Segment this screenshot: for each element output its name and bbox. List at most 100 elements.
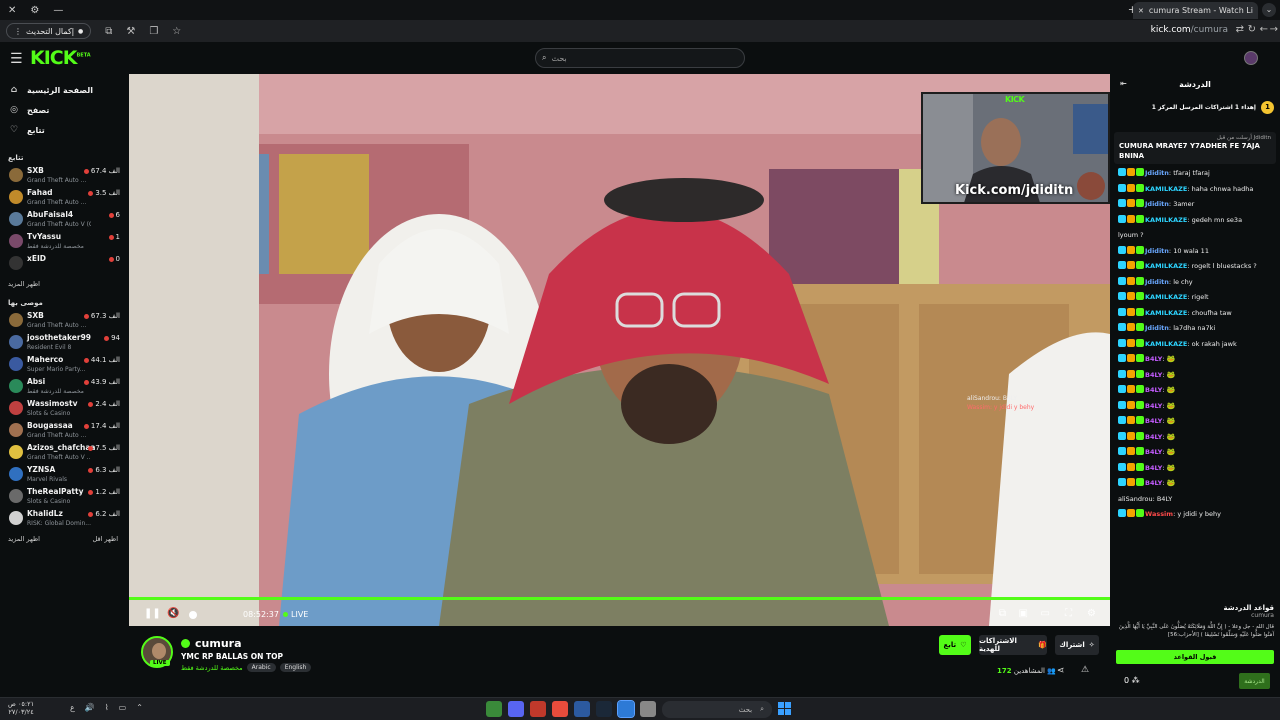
menu-icon[interactable]: ☰ (10, 51, 23, 67)
chat-message[interactable]: B4LY: 🐸 (1118, 352, 1272, 368)
app-icon[interactable] (552, 701, 568, 717)
chat-username[interactable]: Wassim (1145, 510, 1173, 518)
avatar[interactable] (1244, 51, 1258, 65)
tag-arabic[interactable]: Arabic (246, 663, 276, 672)
tray-chevron-icon[interactable]: ⌃ (136, 703, 143, 712)
windows-start-icon[interactable] (778, 702, 791, 715)
chat-username[interactable]: B4LY (1145, 371, 1162, 379)
follow-button[interactable]: تابع ♡ (939, 635, 971, 655)
reload-icon[interactable]: ↻ (1248, 24, 1256, 35)
chat-message[interactable]: KAMILKAZE: choufha taw (1118, 306, 1272, 322)
sidebar-channel[interactable]: TvYassu مخصصة للدردشة فقط 1 (0, 231, 128, 253)
chat-send-button[interactable]: الدردشة (1239, 673, 1270, 689)
close-window-icon[interactable]: ✕ (8, 5, 16, 16)
chat-username[interactable]: B4LY (1145, 464, 1162, 472)
chat-username[interactable]: KAMILKAZE (1145, 340, 1187, 348)
chat-message[interactable]: B4LY: 🐸 (1118, 430, 1272, 446)
browser-tab[interactable]: ✕ cumura Stream - Watch Li (1133, 2, 1258, 19)
chat-message[interactable]: KAMILKAZE: gedeh mn se3a (1118, 213, 1272, 229)
chat-username[interactable]: Jdiditn (1145, 324, 1169, 332)
back-icon[interactable]: ← (1260, 24, 1268, 35)
chat-message[interactable]: B4LY: 🐸 (1118, 445, 1272, 461)
sidebar-channel[interactable]: YZNSA Marvel Rivals 6.3 الف (0, 464, 128, 486)
app-icon[interactable] (530, 701, 546, 717)
chat-message[interactable]: B4LY: 🐸 (1118, 414, 1272, 430)
sidebar-channel[interactable]: Maherco Super Mario Party... 44.1 الف (0, 354, 128, 376)
sidebar-channel[interactable]: Azizos_chafchaa Grand Theft Auto V ... 7.5… (0, 442, 128, 464)
subscribe-button[interactable]: اشتراك ✧ (1055, 635, 1099, 655)
chat-username[interactable]: Jdiditn (1145, 169, 1169, 177)
chat-message[interactable]: KAMILKAZE: haha chnwa hadha (1118, 182, 1272, 198)
pause-icon[interactable]: ❚❚ (144, 608, 161, 619)
chat-username[interactable]: KAMILKAZE (1145, 309, 1187, 317)
chat-message[interactable]: B4LY: 🐸 (1118, 476, 1272, 492)
chat-points[interactable]: 0 ⁂ (1124, 676, 1140, 685)
streamer-name[interactable]: cumura (195, 637, 242, 650)
sidebar-nav-item[interactable]: ⌂ الصفحة الرئيسية (0, 80, 128, 100)
search-input[interactable] (551, 53, 732, 63)
chat-message[interactable]: Wassim: y jdidi y behy (1118, 507, 1272, 523)
chat-message[interactable]: KAMILKAZE: rigelt (1118, 290, 1272, 306)
extensions-icon[interactable]: ⧉ (105, 26, 112, 37)
search-box[interactable]: ⌕ (535, 48, 745, 68)
app-icon[interactable] (574, 701, 590, 717)
chat-message[interactable]: Jdiditn: 10 wala 11 (1118, 244, 1272, 260)
close-tab-icon[interactable]: ✕ (1138, 7, 1144, 15)
progress-bar[interactable] (129, 597, 1110, 600)
tab-list-icon[interactable]: ⌄ (1262, 3, 1276, 17)
mute-icon[interactable]: 🔇 (167, 608, 179, 619)
tools-icon[interactable]: ⚒ (126, 26, 135, 37)
chat-username[interactable]: Jdiditn (1145, 278, 1169, 286)
chat-username[interactable]: Jdiditn (1145, 200, 1169, 208)
language-indicator[interactable]: ع (70, 703, 75, 712)
sidebar-channel[interactable]: Absi مخصصة للدردشة فقط 43.9 الف (0, 376, 128, 398)
browser-icon[interactable] (617, 700, 635, 718)
chat-message[interactable]: B4LY: 🐸 (1118, 399, 1272, 415)
fullscreen-icon[interactable]: ⛶ (1065, 608, 1072, 619)
minimize-icon[interactable]: — (53, 5, 63, 16)
clip-icon[interactable]: ▣ (1019, 608, 1028, 619)
chat-message[interactable]: B4LY: 🐸 (1118, 461, 1272, 477)
picture-in-picture-icon[interactable]: ⧉ (999, 608, 1006, 619)
chat-message[interactable]: Jdiditn: la7dha na7ki (1118, 321, 1272, 337)
chat-username[interactable]: B4LY (1145, 355, 1162, 363)
chat-username[interactable]: KAMILKAZE (1145, 185, 1187, 193)
collapse-chat-icon[interactable]: ⇤ (1120, 79, 1127, 88)
chat-username[interactable]: B4LY (1145, 402, 1162, 410)
chat-message[interactable]: B4LY: 🐸 (1118, 368, 1272, 384)
show-more-link[interactable]: اظهر المزيد (0, 275, 128, 293)
chat-message[interactable]: aliSandrou: B4LY (1118, 492, 1272, 508)
address-bar[interactable]: kick.com/cumura (1151, 25, 1228, 35)
sidebar-channel[interactable]: SXB Grand Theft Auto ... 67.3 الف (0, 310, 128, 332)
update-button[interactable]: ⋮ إكمال التحديث ● (6, 23, 92, 39)
chat-message[interactable]: lyoum ? (1118, 228, 1272, 244)
bookmark-star-icon[interactable]: ☆ (172, 26, 181, 37)
chat-message[interactable]: Jdiditn: le chy (1118, 275, 1272, 291)
theatre-mode-icon[interactable]: ▭ (1041, 608, 1050, 619)
chat-message[interactable]: KAMILKAZE: rogelt l bluestacks ? (1118, 259, 1272, 275)
chat-message[interactable]: Jdiditn: tfaraj tfaraj (1118, 166, 1272, 182)
kick-logo[interactable]: KICKBETA (30, 47, 91, 69)
collections-icon[interactable]: ❐ (149, 26, 158, 37)
wifi-icon[interactable]: ⌇ (105, 703, 109, 712)
chat-username[interactable]: Jdiditn (1145, 247, 1169, 255)
gift-subs-button[interactable]: الاشتراكات للهدية 🎁 (979, 635, 1047, 655)
sidebar-channel[interactable]: SXB Grand Theft Auto ... 67.4 الف (0, 165, 128, 187)
sidebar-channel[interactable]: xEID 0 (0, 253, 128, 275)
tag-english[interactable]: English (279, 663, 312, 672)
forward-icon[interactable]: → (1270, 24, 1278, 35)
chat-username[interactable]: KAMILKAZE (1145, 262, 1187, 270)
volume-icon[interactable]: 🔊 (85, 703, 95, 712)
sidebar-nav-item[interactable]: ♡ تتابع (0, 120, 128, 140)
chat-message[interactable]: B4LY: 🐸 (1118, 383, 1272, 399)
chat-username[interactable]: B4LY (1145, 448, 1162, 456)
settings-icon[interactable]: ⚙ (30, 5, 39, 16)
sidebar-channel[interactable]: AbuFaisal4Grand Theft Auto V (GTA)6 (0, 209, 128, 231)
pinned-message[interactable]: أرسلت من قبل Jdiditn CUMURA MRAYE7 Y7ADH… (1114, 132, 1276, 164)
app-icon[interactable] (486, 701, 502, 717)
sidebar-channel[interactable]: Wassimostv Slots & Casino 2.4 الف (0, 398, 128, 420)
explorer-icon[interactable] (640, 701, 656, 717)
chat-username[interactable]: KAMILKAZE (1145, 216, 1187, 224)
share-icon[interactable]: ⋖ (1057, 666, 1065, 676)
settings-gear-icon[interactable]: ⚙ (1087, 608, 1096, 619)
